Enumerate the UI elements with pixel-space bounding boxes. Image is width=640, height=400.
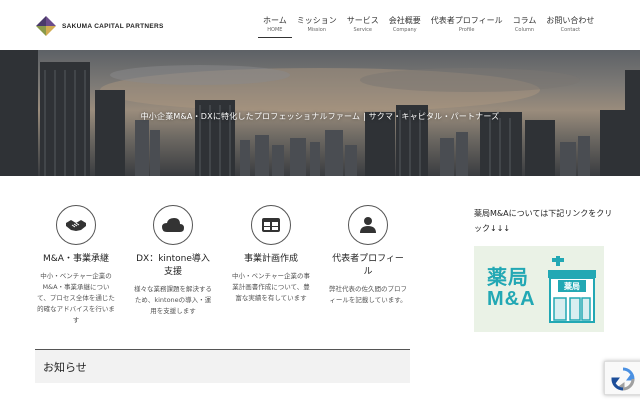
nav-item-mission[interactable]: ミッション Mission: [292, 15, 342, 38]
nav-sublabel: Company: [392, 27, 417, 33]
nav-sublabel: Service: [353, 27, 372, 33]
news-section: お知らせ: [35, 349, 410, 383]
handshake-icon: [66, 220, 86, 231]
nav-item-home[interactable]: ホーム HOME: [258, 15, 292, 38]
service-business-plan[interactable]: 事業計画作成 中小・ベンチャー企業の事業計画書作成について、豊富な実績を有してい…: [232, 205, 310, 304]
site-header: SAKUMA CAPITAL PARTNERS ホーム HOME ミッション M…: [0, 0, 640, 50]
nav-sublabel: Contact: [560, 27, 581, 33]
logo-text: SAKUMA CAPITAL PARTNERS: [62, 22, 164, 30]
nav-label: お問い合わせ: [546, 16, 595, 25]
nav-item-company[interactable]: 会社概要 Company: [384, 15, 426, 38]
service-profile[interactable]: 代表者プロフィール 弊社代表の佐久間のプロフィールを記載しています。: [329, 205, 407, 306]
hero-banner: 中小企業M&A・DXに特化したプロフェッショナルファーム | サクマ・キャピタル…: [0, 50, 640, 176]
service-icon-circle[interactable]: [251, 205, 291, 245]
cloud-icon: [162, 218, 184, 232]
service-icon-circle[interactable]: [153, 205, 193, 245]
nav-item-contact[interactable]: お問い合わせ Contact: [541, 15, 599, 38]
service-description: 様々な業務課題を解決するため、kintoneの導入・運用を支援します: [134, 285, 212, 315]
service-icon-circle[interactable]: [348, 205, 388, 245]
banner-title-line1: 薬局: [487, 265, 529, 289]
service-title: 代表者プロフィール: [332, 254, 404, 277]
service-description: 中小・ベンチャー企業の事業計画書作成について、豊富な実績を有しています: [232, 272, 310, 302]
service-description: 弊社代表の佐久間のプロフィールを記載しています。: [329, 285, 407, 304]
site-logo[interactable]: SAKUMA CAPITAL PARTNERS: [36, 16, 164, 36]
recaptcha-badge[interactable]: [604, 361, 640, 395]
service-title: DX：kintone導入支援: [136, 254, 210, 277]
service-description: 中小・ベンチャー企業のM&A・事業承継について、プロセス全体を通じた的確なアドバ…: [37, 272, 115, 324]
nav-label: ミッション: [296, 16, 337, 25]
pharmacy-building-icon: 薬局: [548, 256, 596, 323]
table-icon: [262, 218, 280, 232]
nav-item-column[interactable]: コラム Column: [508, 15, 542, 38]
main-nav: ホーム HOME ミッション Mission サービス Service 会社概要…: [258, 15, 599, 38]
pharmacy-ma-banner[interactable]: 薬局 M&A 薬局: [474, 246, 604, 332]
user-icon: [360, 217, 376, 233]
nav-label: ホーム: [263, 16, 287, 25]
nav-label: サービス: [346, 16, 379, 25]
banner-sign-text: 薬局: [563, 281, 580, 291]
recaptcha-icon: [611, 367, 635, 391]
news-heading: お知らせ: [43, 361, 87, 374]
diamond-logo-icon: [36, 16, 56, 36]
nav-item-service[interactable]: サービス Service: [342, 15, 384, 38]
service-title: 事業計画作成: [243, 254, 298, 264]
sidebar-text: 薬局M&Aについては下記リンクをクリック↓↓↓: [474, 209, 613, 233]
service-icon-circle[interactable]: [56, 205, 96, 245]
service-ma[interactable]: M&A・事業承継 中小・ベンチャー企業のM&A・事業承継について、プロセス全体を…: [37, 205, 115, 326]
banner-title-line2: M&A: [487, 288, 536, 310]
nav-item-profile[interactable]: 代表者プロフィール Profile: [426, 15, 508, 38]
service-kintone[interactable]: DX：kintone導入支援 様々な業務課題を解決するため、kintoneの導入…: [134, 205, 212, 317]
hero-caption: 中小企業M&A・DXに特化したプロフェッショナルファーム | サクマ・キャピタル…: [140, 112, 500, 121]
nav-label: 代表者プロフィール: [430, 16, 503, 25]
service-title: M&A・事業承継: [43, 254, 109, 264]
nav-sublabel: Column: [514, 27, 535, 33]
nav-sublabel: HOME: [267, 27, 283, 33]
nav-label: コラム: [512, 16, 537, 25]
nav-sublabel: Profile: [458, 27, 475, 33]
nav-sublabel: Mission: [307, 27, 327, 33]
nav-label: 会社概要: [388, 16, 421, 25]
